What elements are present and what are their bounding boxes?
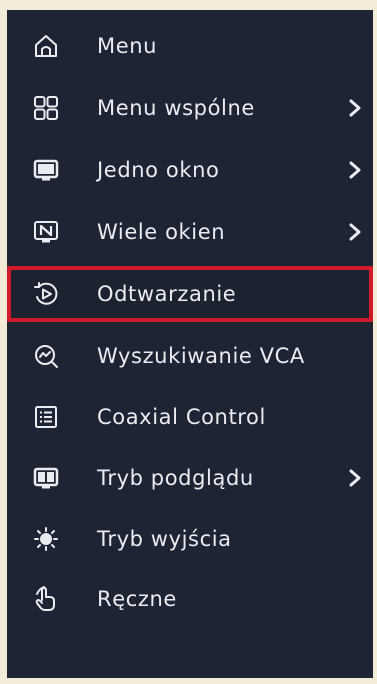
menu-item-label: Jedno okno bbox=[97, 158, 220, 182]
monitor-icon bbox=[33, 157, 59, 183]
list-icon bbox=[33, 404, 59, 430]
playback-icon bbox=[33, 281, 59, 307]
menu-item-wiele-okien[interactable]: Wiele okien bbox=[7, 206, 373, 258]
menu-item-tryb-wyjscia[interactable]: Tryb wyjścia bbox=[7, 513, 373, 565]
menu-item-menu[interactable]: Menu bbox=[7, 20, 373, 72]
menu-item-label: Coaxial Control bbox=[97, 405, 266, 429]
menu-item-tryb-podgladu[interactable]: Tryb podglądu bbox=[7, 452, 373, 504]
hand-icon bbox=[33, 586, 59, 612]
home-icon bbox=[33, 33, 59, 59]
menu-item-label: Menu bbox=[97, 34, 158, 58]
menu-item-odtwarzanie[interactable]: Odtwarzanie bbox=[7, 266, 373, 322]
multi-window-icon bbox=[33, 219, 59, 245]
output-mode-icon bbox=[33, 526, 59, 552]
preview-mode-icon bbox=[33, 465, 59, 491]
context-menu: Menu Menu wspólne Jedno okno Wiele okien… bbox=[7, 10, 373, 678]
menu-item-jedno-okno[interactable]: Jedno okno bbox=[7, 144, 373, 196]
menu-item-reczne[interactable]: Ręczne bbox=[7, 573, 373, 625]
menu-item-label: Menu wspólne bbox=[97, 96, 255, 120]
chevron-right-icon bbox=[348, 468, 362, 488]
chevron-right-icon bbox=[348, 222, 362, 242]
chevron-right-icon bbox=[348, 98, 362, 118]
vca-search-icon bbox=[33, 343, 59, 369]
menu-item-label: Ręczne bbox=[97, 587, 177, 611]
menu-item-label: Odtwarzanie bbox=[97, 282, 237, 306]
menu-item-label: Tryb wyjścia bbox=[97, 527, 232, 551]
menu-item-coaxial-control[interactable]: Coaxial Control bbox=[7, 391, 373, 443]
menu-item-label: Wiele okien bbox=[97, 220, 226, 244]
menu-item-menu-wspolne[interactable]: Menu wspólne bbox=[7, 82, 373, 134]
menu-item-wyszukiwanie-vca[interactable]: Wyszukiwanie VCA bbox=[7, 330, 373, 382]
menu-item-label: Wyszukiwanie VCA bbox=[97, 344, 305, 368]
grid-icon bbox=[33, 95, 59, 121]
chevron-right-icon bbox=[348, 160, 362, 180]
menu-item-label: Tryb podglądu bbox=[97, 466, 254, 490]
